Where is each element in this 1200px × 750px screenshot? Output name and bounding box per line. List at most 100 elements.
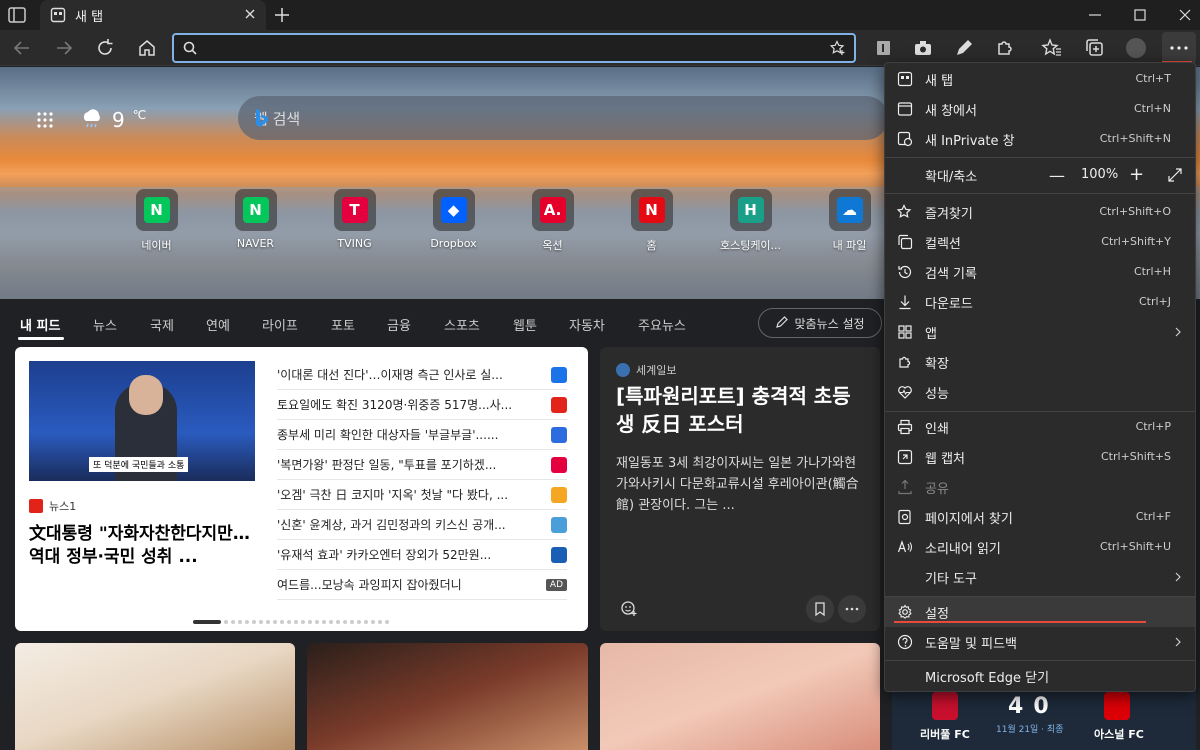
tab-actions-icon[interactable] — [6, 5, 28, 25]
carousel-dot[interactable] — [364, 620, 368, 624]
personalize-news-button[interactable]: 맞춤뉴스 설정 — [758, 308, 882, 338]
address-bar[interactable] — [172, 33, 856, 63]
carousel-dot[interactable] — [385, 620, 389, 624]
fullscreen-icon[interactable] — [1167, 167, 1183, 183]
quick-link[interactable]: N NAVER — [206, 189, 305, 253]
card2-headline[interactable]: [특파원리포트] 충격적 초등생 反日 포스터 — [616, 382, 866, 438]
menu-new-tab[interactable]: 새 탭 Ctrl+T — [885, 64, 1195, 94]
carousel-dot[interactable] — [287, 620, 291, 624]
zoom-in-button[interactable]: + — [1129, 164, 1144, 185]
carousel-dot[interactable] — [308, 620, 312, 624]
carousel-dot[interactable] — [245, 620, 249, 624]
carousel-dot[interactable] — [315, 620, 319, 624]
web-search-box[interactable]: 웹 검색 — [238, 96, 888, 140]
menu-help-feedback[interactable]: 도움말 및 피드백 — [885, 627, 1195, 657]
close-tab-icon[interactable] — [242, 6, 258, 22]
feed-tab[interactable]: 뉴스 — [93, 315, 117, 334]
menu-new-window[interactable]: 새 창에서 Ctrl+N — [885, 94, 1195, 124]
news-thumbnail-3[interactable] — [600, 643, 880, 750]
apps-grid-icon[interactable] — [36, 111, 54, 129]
menu-more-tools[interactable]: 기타 도구 — [885, 562, 1195, 592]
carousel-dot[interactable] — [280, 620, 284, 624]
headline-list-item[interactable]: '복면가왕' 판정단 일동, "투표를 포기하겠... — [277, 450, 567, 480]
extensions-puzzle-icon[interactable] — [993, 36, 1017, 60]
headline-list-item[interactable]: 종부세 미리 확인한 대상자들 '부글부글'...... — [277, 420, 567, 450]
feed-tab[interactable]: 스포츠 — [444, 315, 480, 334]
menu-collections[interactable]: 컬렉션 Ctrl+Shift+Y — [885, 227, 1195, 257]
weather-widget[interactable]: 9 ℃ — [80, 107, 146, 133]
back-icon[interactable] — [10, 36, 34, 60]
feed-tab[interactable]: 국제 — [150, 315, 174, 334]
carousel-dot[interactable] — [259, 620, 263, 624]
headline-list-item[interactable]: '유재석 효과' 카카오엔터 장외가 52만원... — [277, 540, 567, 570]
news-thumbnail-2[interactable] — [307, 643, 588, 750]
tab-new-tab[interactable]: 새 탭 — [40, 0, 266, 30]
pen-icon[interactable] — [952, 36, 976, 60]
carousel-dot[interactable] — [231, 620, 235, 624]
collections-icon[interactable] — [1083, 36, 1107, 60]
menu-find-on-page[interactable]: 페이지에서 찾기 Ctrl+F — [885, 502, 1195, 532]
menu-web-capture[interactable]: 웹 캡처 Ctrl+Shift+S — [885, 442, 1195, 472]
quick-link[interactable]: ◆ Dropbox — [404, 189, 503, 253]
forward-icon[interactable] — [52, 36, 76, 60]
menu-read-aloud[interactable]: 소리내어 읽기 Ctrl+Shift+U — [885, 532, 1195, 562]
menu-downloads[interactable]: 다운로드 Ctrl+J — [885, 287, 1195, 317]
carousel-dot[interactable] — [193, 620, 221, 624]
carousel-dot[interactable] — [350, 620, 354, 624]
carousel-dot[interactable] — [238, 620, 242, 624]
card1-headline[interactable]: 文대통령 "자화자찬한다지만…역대 정부·국민 성취 ... — [29, 523, 263, 571]
profile-avatar[interactable] — [1124, 36, 1148, 60]
menu-performance[interactable]: 성능 — [885, 377, 1195, 407]
refresh-icon[interactable] — [93, 36, 117, 60]
menu-favorites[interactable]: 즐겨찾기 Ctrl+Shift+O — [885, 197, 1195, 227]
menu-close-edge[interactable]: Microsoft Edge 닫기 — [885, 661, 1195, 691]
feed-tab[interactable]: 포토 — [331, 315, 355, 334]
quick-link[interactable]: T TVING — [305, 189, 404, 253]
quick-link[interactable]: N홈 — [602, 189, 701, 253]
carousel-dot[interactable] — [357, 620, 361, 624]
feed-tab[interactable]: 웹툰 — [513, 315, 537, 334]
news-thumbnail-1[interactable] — [15, 643, 295, 750]
reading-view-icon[interactable] — [871, 36, 895, 60]
feed-tab-my-feed[interactable]: 내 피드 — [20, 315, 60, 334]
bing-icon[interactable] — [254, 108, 270, 128]
carousel-dot[interactable] — [329, 620, 333, 624]
settings-and-more-button[interactable] — [1162, 32, 1196, 64]
headline-list-item[interactable]: 토요일에도 확진 3120명·위중증 517명...사... — [277, 390, 567, 420]
carousel-dot[interactable] — [336, 620, 340, 624]
new-tab-plus-icon[interactable] — [272, 5, 292, 25]
headline-list-item[interactable]: '이대론 대선 진다'…이재명 측근 인사로 실... — [277, 360, 567, 390]
carousel-dots[interactable] — [193, 620, 389, 624]
feed-tab[interactable]: 금융 — [387, 315, 411, 334]
menu-apps[interactable]: 앱 — [885, 317, 1195, 347]
close-window-icon[interactable] — [1173, 3, 1197, 27]
home-icon[interactable] — [135, 36, 159, 60]
carousel-dot[interactable] — [252, 620, 256, 624]
quick-link[interactable]: A. 옥션 — [503, 189, 602, 253]
menu-extensions[interactable]: 확장 — [885, 347, 1195, 377]
carousel-dot[interactable] — [273, 620, 277, 624]
camera-icon[interactable] — [911, 36, 935, 60]
add-reaction-icon[interactable] — [620, 599, 638, 617]
feed-tab[interactable]: 주요뉴스 — [638, 315, 686, 334]
favorites-star-icon[interactable] — [1040, 36, 1064, 60]
menu-print[interactable]: 인쇄 Ctrl+P — [885, 412, 1195, 442]
carousel-dot[interactable] — [301, 620, 305, 624]
add-favorite-icon[interactable] — [829, 40, 846, 56]
feed-tab[interactable]: 자동차 — [569, 315, 605, 334]
quick-link[interactable]: N 네이버 — [107, 189, 206, 253]
news-photo[interactable]: 또 덕분에 국민들과 소통 — [29, 361, 255, 481]
address-input[interactable] — [206, 39, 826, 57]
football-score-widget[interactable]: 리버풀 FC 40 11월 21일 · 최종 아스널 FC — [892, 688, 1196, 750]
article-card[interactable]: 세계일보 [특파원리포트] 충격적 초등생 反日 포스터 재일동포 3세 최강이… — [600, 347, 880, 631]
top-stories-card[interactable]: 또 덕분에 국민들과 소통 뉴스1 文대통령 "자화자찬한다지만…역대 정부·국… — [15, 347, 588, 631]
carousel-dot[interactable] — [378, 620, 382, 624]
carousel-dot[interactable] — [266, 620, 270, 624]
menu-new-inprivate[interactable]: 새 InPrivate 창 Ctrl+Shift+N — [885, 124, 1195, 154]
save-bookmark-button[interactable] — [806, 595, 834, 623]
carousel-dot[interactable] — [322, 620, 326, 624]
headline-list-item[interactable]: '오겜' 극찬 日 코지마 '지옥' 첫날 "다 봤다, ... — [277, 480, 567, 510]
card2-more-button[interactable] — [838, 595, 866, 623]
zoom-out-button[interactable]: — — [1049, 166, 1065, 185]
carousel-dot[interactable] — [294, 620, 298, 624]
